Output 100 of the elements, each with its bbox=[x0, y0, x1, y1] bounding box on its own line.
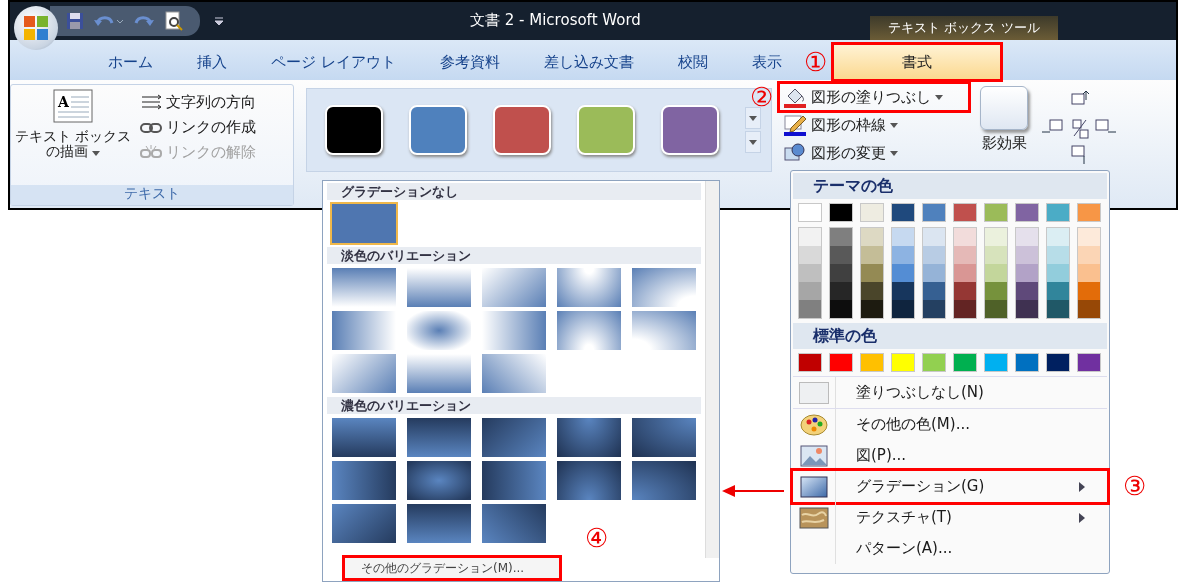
gradient-tile[interactable] bbox=[632, 418, 696, 457]
gradient-tile[interactable] bbox=[332, 418, 396, 457]
style-swatch[interactable] bbox=[661, 105, 719, 155]
gradient-tile[interactable] bbox=[407, 504, 471, 543]
redo-icon[interactable] bbox=[134, 14, 154, 28]
color-swatch[interactable] bbox=[861, 282, 883, 300]
save-icon[interactable] bbox=[66, 12, 84, 30]
color-swatch[interactable] bbox=[923, 300, 945, 318]
color-swatch[interactable] bbox=[1047, 300, 1069, 318]
color-swatch[interactable] bbox=[861, 264, 883, 282]
color-swatch[interactable] bbox=[1016, 264, 1038, 282]
gradient-tile[interactable] bbox=[407, 354, 471, 393]
gradient-tile[interactable] bbox=[482, 311, 546, 350]
color-swatch[interactable] bbox=[953, 353, 977, 372]
ribbon-command[interactable]: 文字列の方向 bbox=[137, 91, 260, 114]
gradient-tile[interactable] bbox=[557, 311, 621, 350]
color-swatch[interactable] bbox=[1077, 353, 1101, 372]
color-swatch[interactable] bbox=[954, 246, 976, 264]
gradient-tile[interactable] bbox=[482, 461, 546, 500]
menu-item[interactable]: その他の色(M)... bbox=[793, 408, 1107, 440]
scrollbar[interactable] bbox=[705, 181, 719, 558]
ribbon-tab[interactable]: ホーム bbox=[86, 44, 175, 80]
color-swatch[interactable] bbox=[954, 228, 976, 246]
color-swatch[interactable] bbox=[984, 353, 1008, 372]
draw-text-box-button[interactable]: A テキスト ボックス の描画 bbox=[15, 89, 132, 159]
gradient-tile[interactable] bbox=[482, 268, 546, 307]
color-swatch[interactable] bbox=[1047, 264, 1069, 282]
ribbon-tab[interactable]: 書式 bbox=[832, 44, 1001, 80]
print-preview-icon[interactable] bbox=[164, 11, 184, 31]
color-swatch[interactable] bbox=[798, 353, 822, 372]
color-swatch[interactable] bbox=[799, 264, 821, 282]
color-swatch[interactable] bbox=[1016, 228, 1038, 246]
style-swatch[interactable] bbox=[325, 105, 383, 155]
color-swatch[interactable] bbox=[1078, 228, 1100, 246]
color-swatch[interactable] bbox=[799, 246, 821, 264]
color-swatch[interactable] bbox=[799, 300, 821, 318]
gradient-tile[interactable] bbox=[332, 354, 396, 393]
color-swatch[interactable] bbox=[1047, 228, 1069, 246]
color-swatch[interactable] bbox=[1047, 246, 1069, 264]
gradient-tile[interactable] bbox=[557, 461, 621, 500]
color-swatch[interactable] bbox=[1015, 203, 1039, 222]
color-swatch[interactable] bbox=[830, 300, 852, 318]
color-swatch[interactable] bbox=[1078, 264, 1100, 282]
color-swatch[interactable] bbox=[922, 203, 946, 222]
color-swatch[interactable] bbox=[829, 203, 853, 222]
color-swatch[interactable] bbox=[799, 282, 821, 300]
menu-item[interactable]: テクスチャ(T) bbox=[793, 502, 1107, 533]
gradient-tile[interactable] bbox=[332, 461, 396, 500]
color-swatch[interactable] bbox=[1078, 246, 1100, 264]
color-swatch[interactable] bbox=[892, 264, 914, 282]
gradient-tile[interactable] bbox=[632, 268, 696, 307]
color-swatch[interactable] bbox=[922, 353, 946, 372]
color-swatch[interactable] bbox=[1078, 300, 1100, 318]
color-swatch[interactable] bbox=[830, 228, 852, 246]
gradient-tile[interactable] bbox=[407, 268, 471, 307]
color-swatch[interactable] bbox=[923, 246, 945, 264]
color-swatch[interactable] bbox=[830, 264, 852, 282]
menu-item[interactable]: 図(P)... bbox=[793, 440, 1107, 471]
menu-item[interactable]: パターン(A)... bbox=[793, 533, 1107, 564]
ribbon-tab[interactable]: 表示 bbox=[729, 44, 804, 80]
color-swatch[interactable] bbox=[953, 203, 977, 222]
gallery-scroll-button[interactable] bbox=[745, 107, 761, 129]
color-swatch[interactable] bbox=[1015, 353, 1039, 372]
style-swatch[interactable] bbox=[577, 105, 635, 155]
gradient-tile[interactable] bbox=[332, 268, 396, 307]
color-swatch[interactable] bbox=[1047, 282, 1069, 300]
color-swatch[interactable] bbox=[892, 282, 914, 300]
shape-command[interactable]: 図形の塗りつぶし bbox=[780, 84, 968, 110]
color-swatch[interactable] bbox=[892, 246, 914, 264]
gradient-tile[interactable] bbox=[482, 418, 546, 457]
color-swatch[interactable] bbox=[985, 282, 1007, 300]
gradient-tile[interactable] bbox=[482, 354, 546, 393]
color-swatch[interactable] bbox=[1077, 203, 1101, 222]
style-swatch[interactable] bbox=[409, 105, 467, 155]
color-swatch[interactable] bbox=[830, 246, 852, 264]
gradient-tile[interactable] bbox=[632, 311, 696, 350]
color-swatch[interactable] bbox=[1016, 300, 1038, 318]
color-swatch[interactable] bbox=[892, 228, 914, 246]
menu-item[interactable]: 塗りつぶしなし(N) bbox=[793, 376, 1107, 408]
color-swatch[interactable] bbox=[954, 264, 976, 282]
color-swatch[interactable] bbox=[1016, 246, 1038, 264]
gradient-tile[interactable] bbox=[332, 504, 396, 543]
color-swatch[interactable] bbox=[985, 300, 1007, 318]
color-swatch[interactable] bbox=[954, 300, 976, 318]
color-swatch[interactable] bbox=[954, 282, 976, 300]
ribbon-tab[interactable]: 校閲 bbox=[655, 44, 730, 80]
ribbon-tab[interactable]: ページ レイアウト bbox=[249, 44, 418, 80]
color-swatch[interactable] bbox=[984, 203, 1008, 222]
gradient-tile[interactable] bbox=[332, 311, 396, 350]
ribbon-command[interactable]: リンクの作成 bbox=[137, 116, 260, 139]
color-swatch[interactable] bbox=[1046, 353, 1070, 372]
gradient-tile[interactable] bbox=[407, 418, 471, 457]
gallery-more-button[interactable] bbox=[745, 131, 761, 153]
more-gradients-item[interactable]: その他のグラデーション(M)... bbox=[345, 558, 559, 578]
color-swatch[interactable] bbox=[830, 282, 852, 300]
color-swatch[interactable] bbox=[892, 300, 914, 318]
color-swatch[interactable] bbox=[861, 300, 883, 318]
ribbon-tab[interactable]: 差し込み文書 bbox=[521, 44, 656, 80]
color-swatch[interactable] bbox=[985, 228, 1007, 246]
gradient-tile[interactable] bbox=[482, 504, 546, 543]
